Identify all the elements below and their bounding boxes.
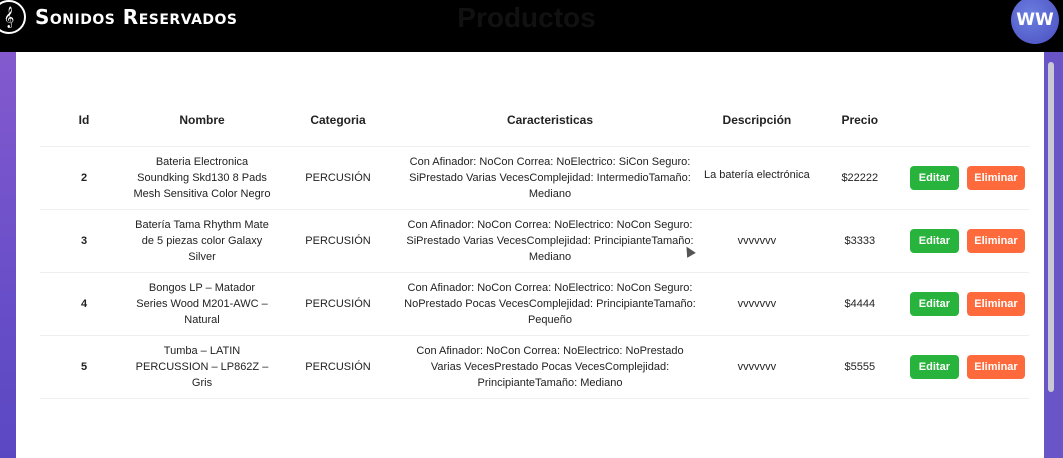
cell-categoria: PERCUSIÓN: [276, 146, 400, 210]
table-row: 2 Bateria Electronica Soundking Skd130 8…: [40, 146, 1029, 210]
delete-button[interactable]: Eliminar: [967, 354, 1025, 379]
delete-button[interactable]: Eliminar: [967, 291, 1025, 316]
edit-button[interactable]: Editar: [909, 291, 959, 316]
cell-categoria: PERCUSIÓN: [276, 335, 400, 399]
column-header-descripcion: Descripción: [700, 94, 814, 147]
cell-edit: Editar: [905, 335, 963, 399]
cell-precio: $22222: [813, 146, 906, 210]
cell-edit: Editar: [905, 146, 963, 210]
cell-nombre: Tumba – LATIN PERCUSSION – LP862Z – Gris: [128, 335, 276, 399]
cell-categoria: PERCUSIÓN: [276, 209, 400, 273]
column-header-id: Id: [40, 94, 128, 147]
column-header-caracteristicas: Caracteristicas: [400, 94, 700, 147]
cell-caracteristicas: Con Afinador: NoCon Correa: NoElectrico:…: [400, 146, 700, 210]
cell-nombre: Bongos LP – Matador Series Wood M201-AWC…: [128, 272, 276, 336]
cell-caracteristicas: Con Afinador: NoCon Correa: NoElectrico:…: [400, 272, 700, 336]
table-row: 3 Batería Tama Rhythm Mate de 5 piezas c…: [40, 209, 1029, 273]
edit-button[interactable]: Editar: [909, 354, 959, 379]
cell-nombre: Bateria Electronica Soundking Skd130 8 P…: [128, 146, 276, 210]
cell-delete: Eliminar: [962, 209, 1029, 273]
delete-button[interactable]: Eliminar: [967, 165, 1025, 190]
delete-button[interactable]: Eliminar: [967, 228, 1025, 253]
cell-delete: Eliminar: [962, 335, 1029, 399]
column-header-delete: [962, 94, 1029, 147]
page-title: Productos: [457, 2, 596, 33]
cell-descripcion: vvvvvvv: [700, 209, 814, 273]
cell-edit: Editar: [905, 209, 963, 273]
column-header-precio: Precio: [813, 94, 906, 147]
cell-edit: Editar: [905, 272, 963, 336]
edit-button[interactable]: Editar: [909, 228, 959, 253]
cell-descripcion: vvvvvvv: [700, 335, 814, 399]
products-table: Id Nombre Categoria Caracteristicas Desc…: [40, 94, 1029, 399]
table-row: 5 Tumba – LATIN PERCUSSION – LP862Z – Gr…: [40, 335, 1029, 399]
edit-button[interactable]: Editar: [909, 165, 959, 190]
column-header-edit: [905, 94, 963, 147]
cell-id: 2: [40, 146, 128, 210]
cell-precio: $3333: [813, 209, 906, 273]
cell-nombre: Batería Tama Rhythm Mate de 5 piezas col…: [128, 209, 276, 273]
cell-id: 3: [40, 209, 128, 273]
cell-id: 4: [40, 272, 128, 336]
cell-delete: Eliminar: [962, 272, 1029, 336]
cell-precio: $5555: [813, 335, 906, 399]
column-header-categoria: Categoria: [276, 94, 400, 147]
cell-precio: $4444: [813, 272, 906, 336]
cell-descripcion: La batería electrónica: [700, 146, 814, 210]
descripcion-text: La batería electrónica: [704, 169, 810, 181]
cell-id: 5: [40, 335, 128, 399]
table-row: 4 Bongos LP – Matador Series Wood M201-A…: [40, 272, 1029, 336]
cell-categoria: PERCUSIÓN: [276, 272, 400, 336]
cell-caracteristicas: Con Afinador: NoCon Correa: NoElectrico:…: [400, 335, 700, 399]
scrollbar-thumb[interactable]: [1048, 62, 1054, 392]
column-header-nombre: Nombre: [128, 94, 276, 147]
table-header-row: Id Nombre Categoria Caracteristicas Desc…: [40, 94, 1029, 147]
cell-caracteristicas: Con Afinador: NoCon Correa: NoElectrico:…: [400, 209, 700, 273]
cell-delete: Eliminar: [962, 146, 1029, 210]
cell-descripcion: vvvvvvv: [700, 272, 814, 336]
